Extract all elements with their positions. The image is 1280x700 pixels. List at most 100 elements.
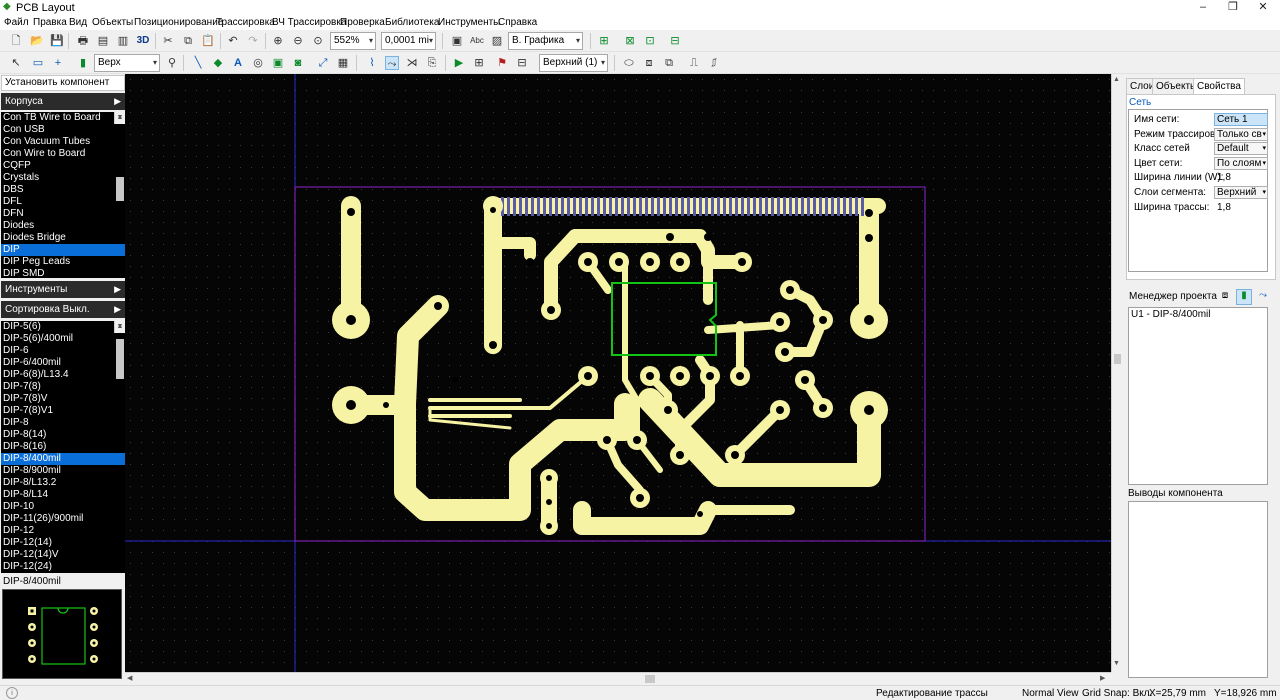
save-icon[interactable]: 💾 xyxy=(50,34,64,48)
undo-icon[interactable]: ↶ xyxy=(226,34,240,48)
case-list-item[interactable]: DFN xyxy=(1,208,125,220)
canvas-horizontal-scrollbar[interactable]: ◀ ▶ xyxy=(125,672,1111,685)
canvas-vertical-scrollbar[interactable]: ▲ ▼ xyxy=(1111,74,1123,672)
case-list-item[interactable]: CQFP xyxy=(1,160,125,172)
export-icon[interactable]: ⊟ xyxy=(668,34,682,48)
line-icon[interactable]: ╲ xyxy=(191,56,205,70)
property-value[interactable]: Только св ▾ xyxy=(1214,127,1268,141)
route-trace-icon[interactable]: ⤳ xyxy=(385,56,399,70)
package-list-item[interactable]: DIP-8(14) xyxy=(1,429,125,441)
ruler-icon[interactable]: ▭ xyxy=(31,56,45,70)
project-tree[interactable]: U1 - DIP-8/400mil xyxy=(1128,307,1268,485)
layer-edit-icon[interactable]: ⧉ xyxy=(662,56,676,70)
component-icon[interactable]: ▣ xyxy=(450,34,464,48)
package-list-item[interactable]: DIP-12 xyxy=(1,525,125,537)
cases-scrollbar[interactable]: ▲ ▼ xyxy=(114,112,125,201)
check-board-icon[interactable]: ⊞ xyxy=(472,56,486,70)
open-folder-icon[interactable]: 📂 xyxy=(30,34,44,48)
package-list-item[interactable]: DIP-11(26)/900mil xyxy=(1,513,125,525)
package-list-item[interactable]: DIP-7(8) xyxy=(1,381,125,393)
property-value[interactable]: 1,8 xyxy=(1214,171,1268,184)
close-icon[interactable]: ✕ xyxy=(1248,0,1278,15)
property-value[interactable]: Верхний ▾ xyxy=(1214,186,1268,199)
case-list-item[interactable]: Crystals xyxy=(1,172,125,184)
package-list-item[interactable]: DIP-12(14)V xyxy=(1,549,125,561)
component-edit-icon[interactable]: ⎘ xyxy=(425,56,439,70)
zoom-in-icon[interactable]: ⊕ xyxy=(271,34,285,48)
minimize-icon[interactable]: – xyxy=(1188,0,1218,15)
case-list-item[interactable]: Con Wire to Board xyxy=(1,148,125,160)
report-icon[interactable]: ▥ xyxy=(116,34,130,48)
case-list-item[interactable]: DIP Peg Leads xyxy=(1,256,125,268)
package-list-item[interactable]: DIP-8 xyxy=(1,417,125,429)
binoculars-icon[interactable]: ⚲ xyxy=(165,56,179,70)
chip-filter-icon[interactable]: ▮ xyxy=(1236,289,1252,305)
side-combo[interactable]: Верх ▾ xyxy=(94,54,160,72)
package-list-item[interactable]: DIP-8/900mil xyxy=(1,465,125,477)
menu-tools[interactable]: Инструменты xyxy=(438,17,500,28)
crosshair-icon[interactable]: + xyxy=(51,56,65,70)
autoroute-icon[interactable]: ⊠ xyxy=(623,34,637,48)
measure-icon[interactable]: ⤢ xyxy=(316,56,330,70)
project-item[interactable]: U1 - DIP-8/400mil xyxy=(1129,308,1267,321)
menu-library[interactable]: Библиотека xyxy=(385,17,439,28)
text-a-icon[interactable]: A xyxy=(231,56,245,70)
tab-properties[interactable]: Свойства xyxy=(1193,78,1245,95)
case-list-item[interactable]: DIP SMD xyxy=(1,268,125,278)
menu-file[interactable]: Файл xyxy=(4,17,29,28)
text-abc-icon[interactable]: Abc xyxy=(470,34,484,48)
drc-run-icon[interactable]: ⚑ xyxy=(495,56,509,70)
package-list-item[interactable]: DIP-5(6) xyxy=(1,321,125,333)
select-arrow-icon[interactable]: ↖ xyxy=(9,56,23,70)
chip-icon[interactable]: ▮ xyxy=(76,56,90,70)
case-list-item[interactable]: Diodes Bridge xyxy=(1,232,125,244)
cases-header[interactable]: Корпуса ▶ xyxy=(1,93,125,110)
print-icon[interactable]: 🖶 xyxy=(76,34,90,48)
pcb-canvas[interactable] xyxy=(125,74,1111,672)
trace-icon[interactable]: ⌇ xyxy=(365,56,379,70)
package-list-item[interactable]: DIP-12(24) xyxy=(1,561,125,573)
case-list-item[interactable]: DIP xyxy=(1,244,125,256)
package-list-item[interactable]: DIP-12(14) xyxy=(1,537,125,549)
redo-icon[interactable]: ↷ xyxy=(246,34,260,48)
maximize-icon[interactable]: ❐ xyxy=(1218,0,1248,15)
place-component-button[interactable]: Установить компонент xyxy=(1,75,125,91)
step-icon[interactable]: ⎎ xyxy=(707,56,721,70)
package-list-item[interactable]: DIP-7(8)V xyxy=(1,393,125,405)
component-filter-icon[interactable]: ⧈ xyxy=(1218,290,1232,304)
case-list-item[interactable]: DBS xyxy=(1,184,125,196)
package-list-item[interactable]: DIP-8(16) xyxy=(1,441,125,453)
menu-view[interactable]: Вид xyxy=(69,17,87,28)
zoom-combo[interactable]: 552% ▾ xyxy=(330,32,376,50)
package-list-item[interactable]: DIP-8/400mil xyxy=(1,453,125,465)
pad-icon[interactable]: ◆ xyxy=(211,56,225,70)
via-icon[interactable]: ◎ xyxy=(251,56,265,70)
tools-header[interactable]: Инструменты ▶ xyxy=(1,281,125,298)
case-list-item[interactable]: Con USB xyxy=(1,124,125,136)
case-list-item[interactable]: Con Vacuum Tubes xyxy=(1,136,125,148)
component-pins-list[interactable] xyxy=(1128,501,1268,678)
property-value[interactable]: По слоям ▾ xyxy=(1214,156,1268,170)
gerber-icon[interactable]: ⊟ xyxy=(515,56,529,70)
property-value[interactable]: Default ▾ xyxy=(1214,142,1268,156)
packages-list[interactable]: DIP-5(6) DIP-5(6)/400mil DIP-6 DIP-6/400mil… xyxy=(1,321,125,573)
menu-routing[interactable]: Трассировка xyxy=(216,17,275,28)
split-trace-icon[interactable]: ⋊ xyxy=(405,56,419,70)
package-list-item[interactable]: DIP-6(8)/L13.4 xyxy=(1,369,125,381)
drc-icon[interactable]: ⊡ xyxy=(643,34,657,48)
cases-list[interactable]: Con TB Wire to Board Con USB Con Vacuum Tu… xyxy=(1,112,125,278)
menu-rf-routing[interactable]: ВЧ Трассировка xyxy=(272,17,347,28)
paste-icon[interactable]: 📋 xyxy=(201,34,215,48)
property-value[interactable]: Сеть 1 xyxy=(1214,113,1268,126)
play-icon[interactable]: ▶ xyxy=(452,56,466,70)
package-list-item[interactable]: DIP-6/400mil xyxy=(1,357,125,369)
package-list-item[interactable]: DIP-7(8)V1 xyxy=(1,405,125,417)
status-grid-snap[interactable]: Grid Snap: Вкл. xyxy=(1082,688,1152,699)
menu-check[interactable]: Проверка xyxy=(340,17,385,28)
property-value[interactable]: 1,8 xyxy=(1214,201,1268,214)
case-list-item[interactable]: DFL xyxy=(1,196,125,208)
package-list-item[interactable]: DIP-6 xyxy=(1,345,125,357)
layer-combo[interactable]: Верхний (1) ▾ xyxy=(539,54,608,72)
trace-filter-icon[interactable]: ⤳ xyxy=(1256,290,1270,304)
fill-icon[interactable]: ◙ xyxy=(291,56,305,70)
